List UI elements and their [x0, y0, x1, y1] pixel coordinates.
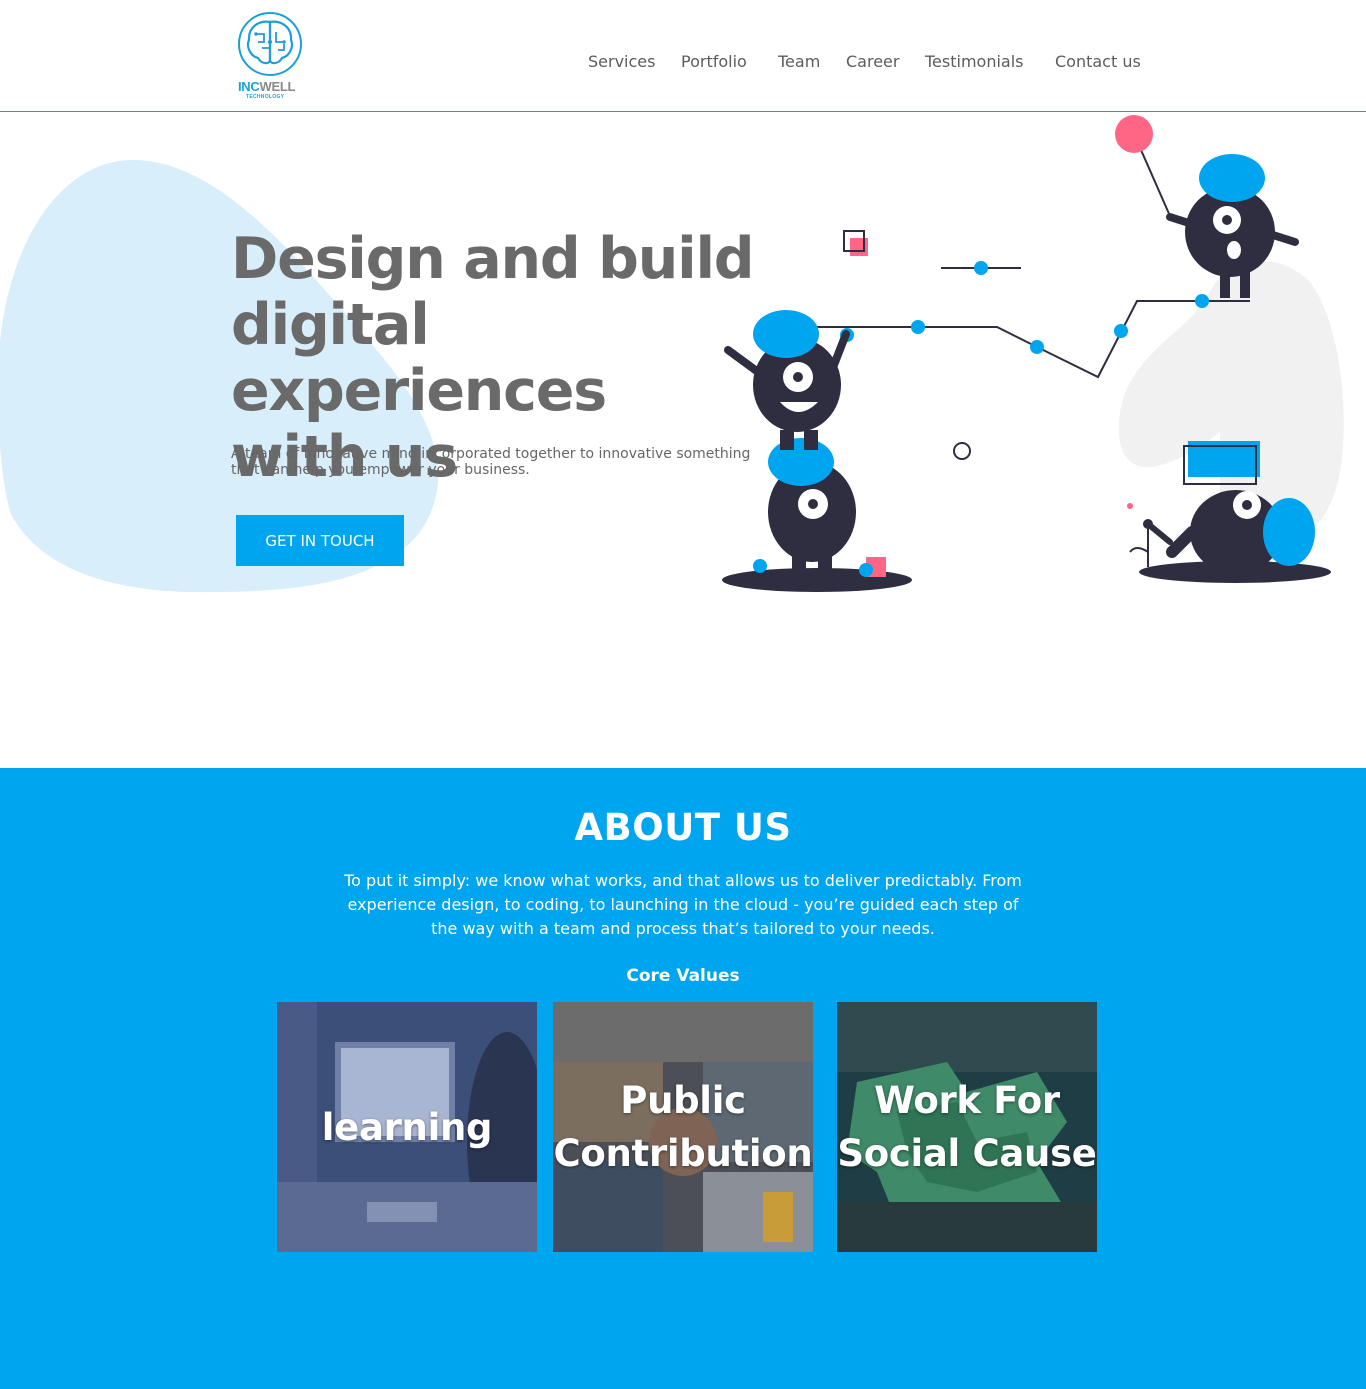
- hero-subtitle-line: that can help you empower your business.: [231, 462, 530, 478]
- core-value-card-learning[interactable]: learning: [277, 1002, 537, 1252]
- about-description: To put it simply: we know what works, an…: [333, 869, 1033, 941]
- nav-career[interactable]: Career: [846, 52, 899, 71]
- graph-dot: [753, 559, 767, 573]
- graph-dot: [1114, 324, 1128, 338]
- site-header: INCWELL TECHNOLOGY Services Portfolio Te…: [0, 0, 1366, 112]
- card-label-line: Work For: [874, 1079, 1060, 1122]
- hero-subtitle: A team of innovative mind incorporated t…: [231, 446, 771, 478]
- site-logo[interactable]: INCWELL TECHNOLOGY: [236, 12, 304, 100]
- card-label: Public Contribution: [554, 1074, 813, 1180]
- logo-tagline: TECHNOLOGY: [246, 94, 285, 100]
- graph-dot: [1195, 294, 1209, 308]
- card-label-line: Contribution: [553, 1132, 813, 1175]
- nav-team[interactable]: Team: [778, 52, 820, 71]
- plant-leaf: [1129, 547, 1149, 553]
- graph-dot: [1030, 340, 1044, 354]
- card-label: Work For Social Cause: [837, 1074, 1097, 1180]
- get-in-touch-button[interactable]: GET IN TOUCH: [236, 515, 404, 566]
- nav-contact-us[interactable]: Contact us: [1055, 52, 1141, 71]
- about-description-line: experience design, to coding, to launchi…: [347, 895, 1019, 914]
- graph-dot: [974, 261, 988, 275]
- about-description-line: To put it simply: we know what works, an…: [344, 871, 1022, 890]
- outline-circle: [953, 442, 971, 460]
- graph-dot: [911, 320, 925, 334]
- monster-character: [768, 438, 856, 578]
- balloon-shape: [1115, 115, 1153, 153]
- core-value-card-public-contribution[interactable]: Public Contribution: [553, 1002, 813, 1252]
- core-values-title: Core Values: [626, 966, 740, 986]
- monster-character: [1145, 490, 1315, 574]
- nav-portfolio[interactable]: Portfolio: [681, 52, 747, 71]
- core-value-card-work-for-social-cause[interactable]: Work For Social Cause: [837, 1002, 1097, 1252]
- card-label-line: learning: [321, 1105, 493, 1149]
- about-title: ABOUT US: [574, 806, 792, 849]
- pink-square: [850, 238, 868, 256]
- graph-dot: [859, 563, 873, 577]
- monster-character: [724, 310, 850, 450]
- nav-testimonials[interactable]: Testimonials: [925, 52, 1024, 71]
- card-label: learning: [321, 1101, 493, 1154]
- nav-services[interactable]: Services: [588, 52, 655, 71]
- card-label-line: Public: [620, 1079, 746, 1122]
- hero-illustration: [722, 115, 1344, 592]
- card-label-line: Social Cause: [837, 1132, 1097, 1175]
- plant-bud: [1143, 519, 1153, 529]
- brain-circuit-icon: [238, 12, 302, 76]
- about-section: ABOUT US To put it simply: we know what …: [0, 768, 1366, 1389]
- plant-flower: [1127, 503, 1133, 509]
- hero-subtitle-line: A team of innovative mind incorporated t…: [231, 446, 751, 462]
- logo-wordmark: INCWELL: [238, 79, 296, 94]
- about-description-line: the way with a team and process that’s t…: [431, 919, 935, 938]
